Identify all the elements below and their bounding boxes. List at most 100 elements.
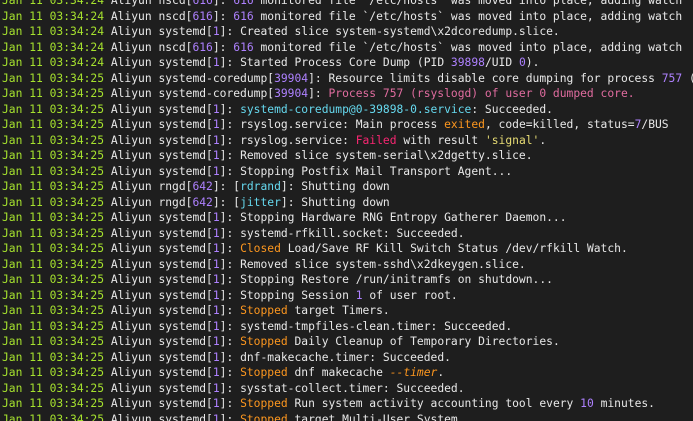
log-timestamp: Jan 11 03:34:25	[2, 226, 111, 240]
log-text: ]: Stopping Session	[219, 288, 356, 302]
log-line: Jan 11 03:34:25 Aliyun systemd-coredump[…	[0, 71, 693, 87]
log-number: 1	[212, 304, 220, 317]
log-text: nscd[	[158, 9, 193, 23]
log-text: ]: Stopping Hardware RNG Entropy Gathere…	[219, 211, 567, 224]
log-line: Jan 11 03:34:24 Aliyun nscd[616]: 616 mo…	[0, 0, 693, 9]
log-text: of user root.	[362, 288, 458, 302]
log-status: exited	[444, 118, 485, 131]
terminal-log-output[interactable]: Jan 11 03:34:24 Aliyun nscd[ 616]: 616 mo…	[0, 0, 693, 421]
log-timestamp: Jan 11 03:34:25	[2, 350, 111, 364]
log-text: ]: Removed slice system-sshd\x2dkeygen.s…	[219, 257, 526, 271]
log-text: ]: Shutting down	[280, 180, 390, 193]
log-text: ]: [	[212, 180, 241, 193]
log-hostname: Aliyun	[110, 56, 159, 69]
log-timestamp: Jan 11 03:34:25	[2, 71, 111, 85]
log-text: target Timers.	[287, 304, 390, 317]
log-text: systemd-coredump[	[158, 71, 275, 85]
log-hostname: Aliyun	[110, 164, 159, 178]
log-text: ]:	[219, 397, 241, 410]
log-hostname: Aliyun	[110, 335, 159, 348]
log-hostname: Aliyun	[110, 319, 159, 333]
log-number: 1	[212, 366, 220, 379]
log-line: Jan 11 03:34:25 Aliyun systemd[1]: rsysl…	[0, 117, 693, 133]
log-text: ]: systemd-rfkill.socket: Succeeded.	[219, 226, 465, 240]
log-text: systemd[	[158, 102, 213, 116]
log-number: 39904	[274, 87, 309, 100]
log-number: 1	[355, 288, 363, 302]
log-text: monitored file `/etc/hosts` was moved in…	[253, 0, 683, 7]
log-hostname: Aliyun	[110, 381, 159, 395]
log-text: with result	[396, 133, 485, 147]
log-timestamp: Jan 11 03:34:24	[2, 25, 111, 38]
log-number: 616	[233, 40, 254, 54]
log-line: Jan 11 03:34:25 Aliyun rngd[642]: [rdran…	[0, 179, 693, 195]
log-status: Stopped	[240, 304, 288, 317]
log-number: 1	[212, 273, 220, 286]
log-status: Stopped	[240, 335, 288, 348]
log-hostname: Aliyun	[110, 25, 159, 38]
log-number: 1	[212, 149, 220, 162]
log-line: Jan 11 03:34:25 Aliyun systemd[1]: syste…	[0, 319, 693, 335]
log-text: nscd[	[158, 0, 193, 7]
log-timestamp: Jan 11 03:34:25	[2, 288, 111, 302]
log-timestamp: Jan 11 03:34:25	[2, 211, 111, 224]
log-text: /UID	[484, 56, 519, 69]
log-line: Jan 11 03:34:25 Aliyun systemd[1]: syste…	[0, 226, 693, 242]
log-text: ]:	[212, 0, 234, 7]
log-hostname: Aliyun	[110, 195, 159, 209]
log-argument: --timer	[389, 366, 438, 379]
log-text: ]:	[219, 412, 241, 421]
log-line: Jan 11 03:34:25 Aliyun systemd[1]: Stopp…	[0, 365, 693, 381]
log-hostname: Aliyun	[110, 0, 159, 7]
log-text: rngd[	[158, 180, 193, 193]
log-timestamp: Jan 11 03:34:25	[2, 242, 111, 255]
log-unit-name: systemd-coredump@0-39898-0.service	[240, 102, 472, 116]
log-number: 0	[518, 56, 526, 69]
log-text: systemd[	[158, 381, 213, 395]
log-hostname: Aliyun	[110, 257, 159, 271]
log-timestamp: Jan 11 03:34:25	[2, 397, 111, 410]
log-line: Jan 11 03:34:25 Aliyun systemd[1]: Stopp…	[0, 396, 693, 412]
log-hostname: Aliyun	[110, 273, 159, 286]
log-hostname: Aliyun	[110, 133, 159, 147]
log-hostname: Aliyun	[110, 226, 159, 240]
log-text: ]: sysstat-collect.timer: Succeeded.	[219, 381, 465, 395]
log-timestamp: Jan 11 03:34:25	[2, 319, 111, 333]
log-hostname: Aliyun	[110, 211, 159, 224]
log-timestamp: Jan 11 03:34:25	[2, 273, 111, 286]
log-text: systemd[	[158, 25, 213, 38]
log-number: 1	[212, 25, 220, 38]
log-timestamp: Jan 11 03:34:25	[2, 304, 111, 317]
log-timestamp: Jan 11 03:34:25	[2, 366, 111, 379]
log-number: 1	[212, 397, 220, 410]
log-line: Jan 11 03:34:25 Aliyun systemd[1]: rsysl…	[0, 133, 693, 149]
log-line: Jan 11 03:34:25 Aliyun systemd-coredump[…	[0, 86, 693, 102]
log-text: Load/Save RF Kill Switch Status /dev/rfk…	[280, 242, 628, 255]
log-timestamp: Jan 11 03:34:25	[2, 257, 111, 271]
log-hostname: Aliyun	[110, 242, 159, 255]
log-text: systemd[	[158, 226, 213, 240]
log-timestamp: Jan 11 03:34:25	[2, 118, 111, 131]
log-text: ]:	[219, 102, 241, 116]
log-hostname: Aliyun	[110, 412, 159, 421]
log-line: Jan 11 03:34:25 Aliyun rngd[642]: [jitte…	[0, 195, 693, 211]
log-text: monitored file `/etc/hosts` was moved in…	[253, 40, 683, 54]
log-number: 642	[192, 180, 213, 193]
log-line: Jan 11 03:34:24 Aliyun systemd[1]: Creat…	[0, 24, 693, 40]
log-text: ]: Created slice system-systemd\x2dcored…	[219, 25, 560, 38]
log-text: .	[437, 366, 445, 379]
log-hostname: Aliyun	[110, 288, 159, 302]
log-text: ]: dnf-makecache.timer: Succeeded.	[219, 350, 451, 364]
log-text: .	[539, 133, 547, 147]
log-status: Stopped	[240, 412, 288, 421]
log-number: 757	[661, 71, 683, 85]
log-text: ]:	[219, 366, 241, 379]
log-text: systemd[	[158, 242, 213, 255]
log-text: systemd[	[158, 56, 213, 69]
log-text: ]: Shutting down	[280, 195, 390, 209]
log-text: systemd[	[158, 118, 213, 131]
log-line: Jan 11 03:34:25 Aliyun systemd[1]: Stopp…	[0, 272, 693, 288]
log-number: 616	[233, 0, 254, 7]
log-line: Jan 11 03:34:25 Aliyun systemd[1]: Stopp…	[0, 303, 693, 319]
log-line: Jan 11 03:34:25 Aliyun systemd[1]: Stopp…	[0, 210, 693, 226]
